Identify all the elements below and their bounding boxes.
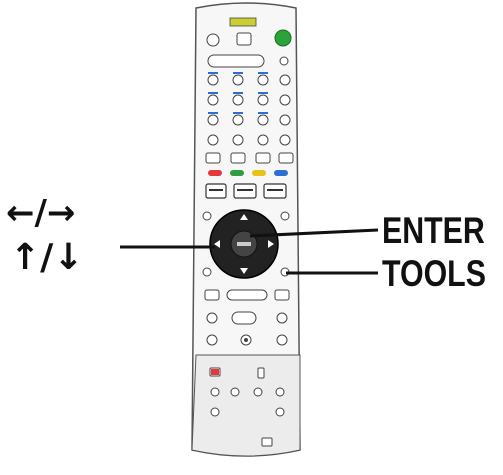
function-key-c[interactable] <box>255 152 271 164</box>
mode-switch[interactable] <box>229 17 257 27</box>
enter-mark <box>237 242 251 246</box>
lower-key-6[interactable] <box>275 387 285 397</box>
tools-label: TOOLS <box>382 253 486 294</box>
open-close-button[interactable] <box>206 33 220 47</box>
return-button[interactable] <box>202 267 212 277</box>
rec-button[interactable] <box>206 334 218 346</box>
lower-key-5[interactable] <box>253 387 263 397</box>
lower-key-3[interactable] <box>210 387 220 397</box>
play-button[interactable] <box>231 311 257 325</box>
menu-button[interactable] <box>280 211 290 221</box>
lower-key-7[interactable] <box>210 407 220 417</box>
yellow-key[interactable] <box>252 170 266 176</box>
prev-button[interactable] <box>206 312 218 324</box>
remote-diagram: ENTER TOOLS ←/→ ↑/↓ <box>0 0 503 470</box>
red-key[interactable] <box>208 170 222 176</box>
up-down-arrow-icon: ↑/↓ <box>10 237 84 278</box>
playback-key-1[interactable] <box>204 289 220 301</box>
menu-key-marks <box>209 189 283 191</box>
green-key[interactable] <box>230 170 244 176</box>
function-key-d[interactable] <box>278 152 294 164</box>
key-5[interactable] <box>232 94 244 106</box>
input-select-button[interactable] <box>236 32 252 46</box>
next-button[interactable] <box>276 312 288 324</box>
key-function-4[interactable] <box>207 134 219 146</box>
power-button[interactable] <box>274 29 292 47</box>
top-menu-button[interactable] <box>202 211 212 221</box>
lower-switch[interactable] <box>261 437 273 447</box>
lower-key-8[interactable] <box>275 407 285 417</box>
key-9[interactable] <box>257 114 269 126</box>
key-function-5[interactable] <box>257 134 269 146</box>
key-function-3[interactable] <box>279 114 291 126</box>
playback-key-3[interactable] <box>274 289 290 301</box>
key-function-2[interactable] <box>279 94 291 106</box>
pause-button[interactable] <box>276 334 288 346</box>
blue-key[interactable] <box>274 170 288 176</box>
function-key-b[interactable] <box>230 152 246 164</box>
lower-key-2[interactable] <box>257 367 265 379</box>
key-4[interactable] <box>207 94 219 106</box>
key-7[interactable] <box>207 114 219 126</box>
key-function-6[interactable] <box>279 134 291 146</box>
key-1[interactable] <box>207 74 219 86</box>
key-8[interactable] <box>232 114 244 126</box>
small-button[interactable] <box>279 56 289 66</box>
left-right-arrow-icon: ←/→ <box>6 193 76 233</box>
lower-key-4[interactable] <box>230 387 240 397</box>
key-0[interactable] <box>232 134 244 146</box>
enter-label: ENTER <box>382 210 485 251</box>
display-window <box>207 54 265 68</box>
key-6[interactable] <box>257 94 269 106</box>
stop-mark <box>244 338 248 342</box>
lower-red-mark <box>211 369 219 375</box>
key-3[interactable] <box>257 74 269 86</box>
key-2[interactable] <box>232 74 244 86</box>
key-function-1[interactable] <box>279 74 291 86</box>
remote-lower-panel <box>191 354 301 457</box>
function-key-a[interactable] <box>205 152 221 164</box>
playback-key-2[interactable] <box>226 289 268 301</box>
